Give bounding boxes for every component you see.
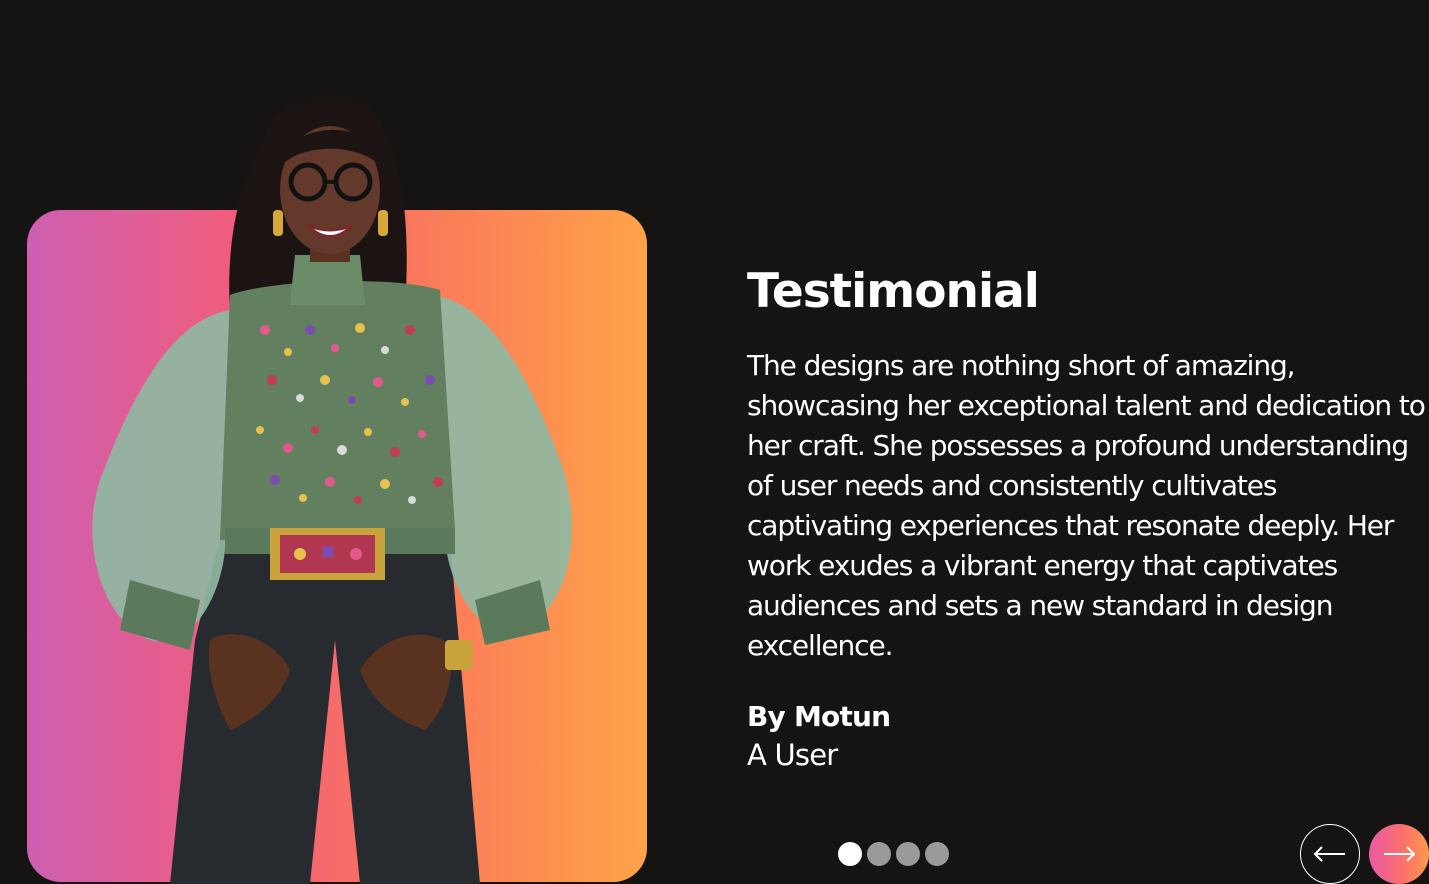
testimonial-author: By Motun <box>747 700 891 733</box>
arrow-right-icon <box>1384 846 1416 862</box>
carousel-dot-3[interactable] <box>896 842 920 866</box>
carousel-dot-4[interactable] <box>925 842 949 866</box>
testimonial-user-photo <box>92 98 572 884</box>
next-button[interactable] <box>1369 824 1429 884</box>
arrow-left-icon <box>1313 846 1345 862</box>
testimonial-quote: The designs are nothing short of amazing… <box>747 349 1426 662</box>
testimonial-author-role: A User <box>747 738 838 772</box>
section-title: Testimonial <box>747 264 1040 319</box>
carousel-dot-1[interactable] <box>838 842 862 866</box>
carousel-dot-2[interactable] <box>867 842 891 866</box>
testimonial-section: Testimonial The designs are nothing shor… <box>0 0 1429 884</box>
carousel-pagination <box>838 842 949 866</box>
previous-button[interactable] <box>1300 824 1360 884</box>
